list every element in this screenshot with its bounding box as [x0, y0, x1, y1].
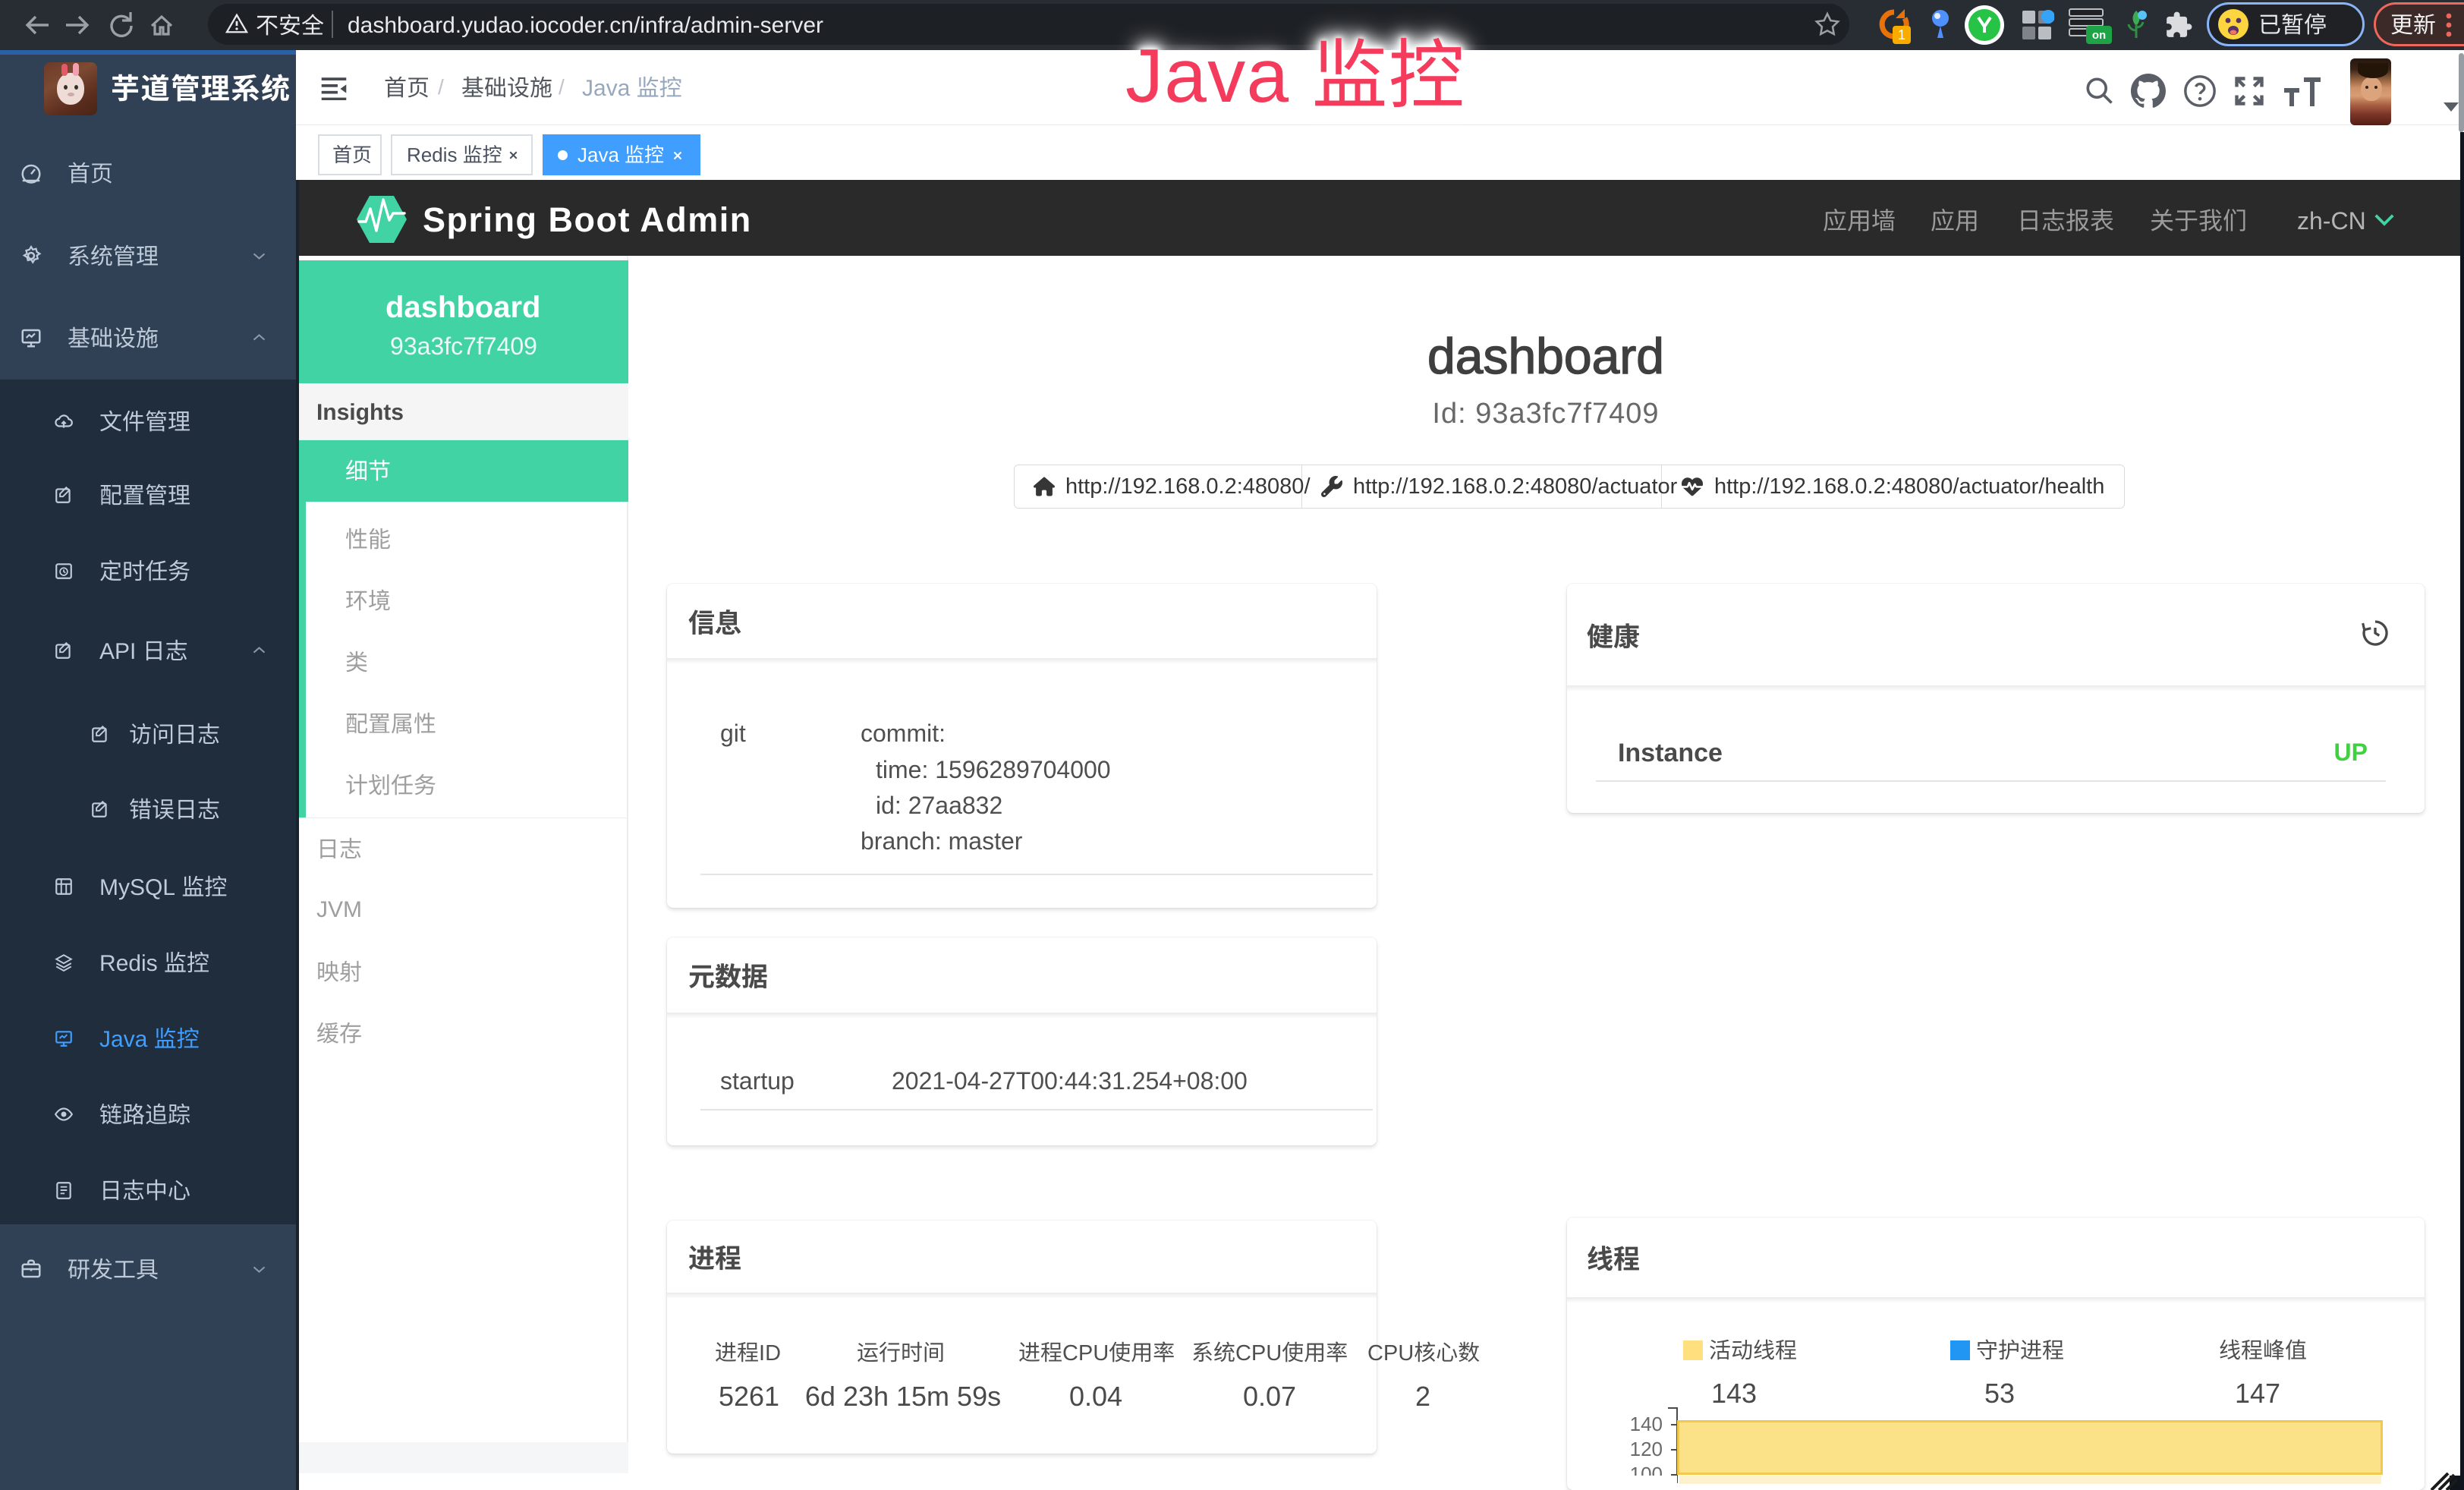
svg-text:1: 1	[1898, 27, 1905, 43]
svg-text:on: on	[2092, 29, 2106, 42]
